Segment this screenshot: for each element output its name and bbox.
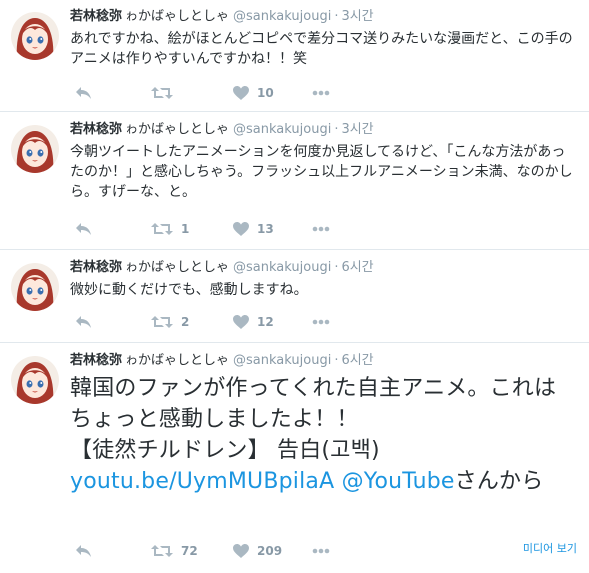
avatar[interactable] xyxy=(11,356,59,404)
display-name-furigana[interactable]: ゎかばゃしとしゃ xyxy=(125,9,229,24)
like-button[interactable]: 209 xyxy=(233,541,282,561)
tweet-actions: 72 209 xyxy=(70,541,570,561)
tweet-text-line: 【徒然チルドレン】 告白(고백) xyxy=(70,438,380,463)
more-button[interactable] xyxy=(312,312,330,332)
retweet-button[interactable]: 72 xyxy=(151,541,198,561)
display-name-furigana[interactable]: ゎかばゃしとしゃ xyxy=(125,353,229,368)
user-handle[interactable]: @sankakujougi xyxy=(233,353,331,368)
like-count: 12 xyxy=(257,315,274,329)
user-handle[interactable]: @sankakujougi xyxy=(233,260,331,275)
timestamp[interactable]: 3시간 xyxy=(341,9,373,24)
retweet-icon xyxy=(151,545,173,557)
display-name-furigana[interactable]: ゎかばゃしとしゃ xyxy=(125,122,229,137)
tweet-header: 若林稔弥 ゎかばゃしとしゃ @sankakujougi · 6시간 xyxy=(70,258,374,278)
tweet-actions: 1 13 xyxy=(70,219,570,239)
tweet-text: 微妙に動くだけでも、感動しますね。 xyxy=(70,282,308,298)
reply-icon xyxy=(76,545,91,557)
tweet[interactable]: 若林稔弥 ゎかばゃしとしゃ @sankakujougi · 3시간 今朝ツイートしたアニ… xyxy=(0,113,589,250)
separator-dot: · xyxy=(334,353,339,368)
display-name-furigana[interactable]: ゎかばゃしとしゃ xyxy=(125,260,229,275)
retweet-icon xyxy=(151,316,173,328)
reply-button[interactable] xyxy=(75,541,92,561)
mention-link[interactable]: @YouTube xyxy=(342,469,455,494)
more-icon xyxy=(312,226,330,232)
tweet-text-line: 韓国のファンが作ってくれた自主アニメ。これはちょっと感動しましたよ！！ xyxy=(70,376,557,432)
display-name[interactable]: 若林稔弥 xyxy=(70,353,122,368)
heart-icon xyxy=(233,86,249,100)
tweet[interactable]: 若林稔弥 ゎかばゃしとしゃ @sankakujougi · 6시간 微妙に動くだけでも、… xyxy=(0,251,589,343)
like-count: 10 xyxy=(257,86,274,100)
reply-icon xyxy=(76,223,91,235)
tweet-text: あれですかね、絵がほとんどコピペで差分コマ送りみたいな漫画だと、この手のアニメは… xyxy=(70,31,573,67)
reply-button[interactable] xyxy=(75,83,92,103)
tweet[interactable]: 若林稔弥 ゎかばゃしとしゃ @sankakujougi · 3시간 あれですかね、絵がほ… xyxy=(0,0,589,112)
retweet-count: 1 xyxy=(181,222,190,236)
more-button[interactable] xyxy=(312,541,330,561)
more-button[interactable] xyxy=(312,83,330,103)
more-icon xyxy=(312,548,330,554)
retweet-count: 72 xyxy=(181,544,198,558)
heart-icon xyxy=(233,544,249,558)
retweet-button[interactable]: 1 xyxy=(151,219,189,239)
more-icon xyxy=(312,319,330,325)
separator-dot: · xyxy=(334,122,339,137)
tweet-header: 若林稔弥 ゎかばゃしとしゃ @sankakujougi · 6시간 xyxy=(70,351,374,371)
user-handle[interactable]: @sankakujougi xyxy=(233,9,331,24)
display-name[interactable]: 若林稔弥 xyxy=(70,122,122,137)
like-button[interactable]: 10 xyxy=(233,83,274,103)
tweet-text: 韓国のファンが作ってくれた自主アニメ。これはちょっと感動しましたよ！！ 【徒然チ… xyxy=(70,373,575,497)
timestamp[interactable]: 6시간 xyxy=(341,353,373,368)
heart-icon xyxy=(233,315,249,329)
display-name[interactable]: 若林稔弥 xyxy=(70,260,122,275)
retweet-button[interactable] xyxy=(151,83,181,103)
more-icon xyxy=(312,90,330,96)
heart-icon xyxy=(233,222,249,236)
avatar[interactable] xyxy=(11,263,59,311)
like-button[interactable]: 12 xyxy=(233,312,274,332)
reply-button[interactable] xyxy=(75,312,92,332)
retweet-button[interactable]: 2 xyxy=(151,312,189,332)
reply-button[interactable] xyxy=(75,219,92,239)
retweet-count: 2 xyxy=(181,315,190,329)
more-button[interactable] xyxy=(312,219,330,239)
tweet-feed: 若林稔弥 ゎかばゃしとしゃ @sankakujougi · 3시간 あれですかね、絵がほ… xyxy=(0,0,589,573)
tweet-link-line: youtu.be/UymMUBpilaA @YouTubeさんから xyxy=(70,466,575,497)
timestamp[interactable]: 3시간 xyxy=(341,122,373,137)
like-count: 209 xyxy=(257,544,283,558)
tweet-actions: 10 xyxy=(70,83,570,103)
tweet-actions: 2 12 xyxy=(70,312,570,332)
reply-icon xyxy=(76,316,91,328)
like-button[interactable]: 13 xyxy=(233,219,274,239)
tweet-text-tail: さんから xyxy=(454,469,544,494)
tweet-header: 若林稔弥 ゎかばゃしとしゃ @sankakujougi · 3시간 xyxy=(70,7,374,27)
tweet[interactable]: 若林稔弥 ゎかばゃしとしゃ @sankakujougi · 6시간 韓国のファンが作って… xyxy=(0,344,589,573)
video-link[interactable]: youtu.be/UymMUBpilaA xyxy=(70,469,334,494)
user-handle[interactable]: @sankakujougi xyxy=(233,122,331,137)
tweet-header: 若林稔弥 ゎかばゃしとしゃ @sankakujougi · 3시간 xyxy=(70,120,374,140)
display-name[interactable]: 若林稔弥 xyxy=(70,9,122,24)
retweet-icon xyxy=(151,87,173,99)
timestamp[interactable]: 6시간 xyxy=(341,260,373,275)
like-count: 13 xyxy=(257,222,274,236)
separator-dot: · xyxy=(334,260,339,275)
separator-dot: · xyxy=(334,9,339,24)
avatar[interactable] xyxy=(11,125,59,173)
tweet-text: 今朝ツイートしたアニメーションを何度か見返してるけど、「こんな方法があったのか！… xyxy=(70,144,573,200)
retweet-icon xyxy=(151,223,173,235)
avatar[interactable] xyxy=(11,12,59,60)
reply-icon xyxy=(76,87,91,99)
